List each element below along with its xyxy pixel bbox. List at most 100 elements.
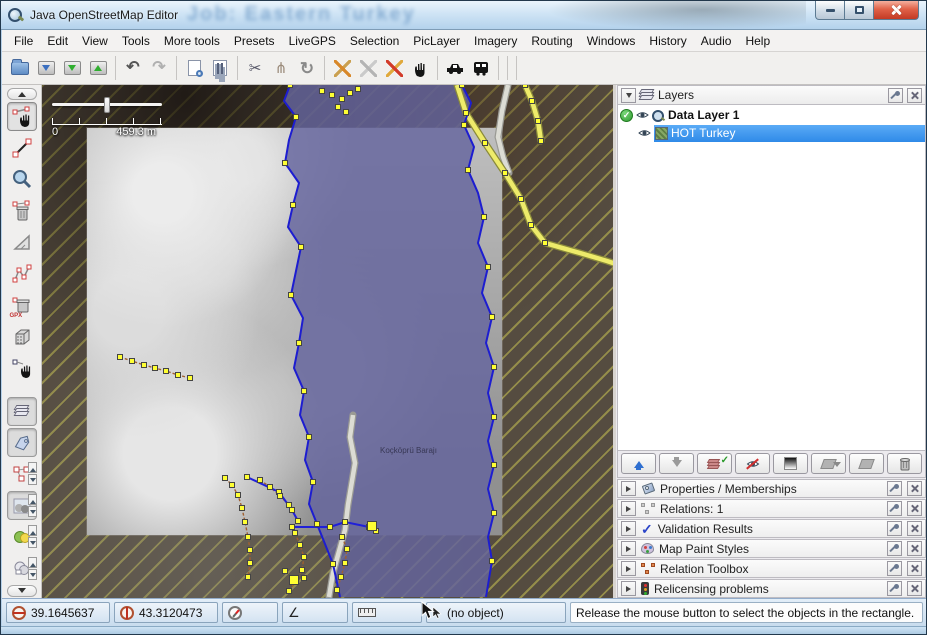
map-node[interactable] xyxy=(356,87,361,92)
map-node[interactable] xyxy=(335,588,340,593)
map-node[interactable] xyxy=(460,85,465,88)
relicensing-expand-button[interactable] xyxy=(621,581,636,596)
menu-help[interactable]: Help xyxy=(738,31,777,51)
delete-tool-button[interactable] xyxy=(7,196,37,225)
eye-icon[interactable] xyxy=(636,110,649,120)
map-node[interactable] xyxy=(302,389,307,394)
save-button[interactable] xyxy=(33,55,59,81)
relicensing-panel-header[interactable]: Relicensing problems xyxy=(617,579,926,598)
maximize-button[interactable] xyxy=(845,1,874,20)
download-object-button[interactable] xyxy=(181,55,207,81)
menu-routing[interactable]: Routing xyxy=(524,31,579,51)
map-node[interactable] xyxy=(464,111,469,116)
properties-expand-button[interactable] xyxy=(621,481,636,496)
relations-pin-button[interactable] xyxy=(887,501,902,516)
panel-spinner[interactable] xyxy=(28,557,37,580)
map-node[interactable] xyxy=(320,89,325,94)
map-node[interactable] xyxy=(536,119,541,124)
move-layer-down-button[interactable] xyxy=(659,453,694,474)
map-node[interactable] xyxy=(298,543,303,548)
map-node[interactable] xyxy=(236,493,241,498)
mappaint-close-button[interactable] xyxy=(907,541,922,556)
map-node[interactable] xyxy=(523,85,528,88)
properties-pin-button[interactable] xyxy=(887,481,902,496)
select-tool-button[interactable] xyxy=(7,102,37,131)
map-node[interactable] xyxy=(490,559,495,564)
duplicate-layer-button[interactable] xyxy=(811,453,846,474)
close-button[interactable] xyxy=(874,1,919,20)
map-node[interactable] xyxy=(268,485,273,490)
map-node[interactable] xyxy=(176,373,181,378)
map-node[interactable] xyxy=(492,415,497,420)
relation-toolbox-pin-button[interactable] xyxy=(887,561,902,576)
menu-presets[interactable]: Presets xyxy=(227,31,282,51)
activate-layer-button[interactable]: ✓ xyxy=(697,453,732,474)
menu-tools[interactable]: Tools xyxy=(115,31,157,51)
map-node[interactable] xyxy=(503,171,508,176)
map-node[interactable] xyxy=(539,139,544,144)
map-node[interactable] xyxy=(331,562,336,567)
map-node[interactable] xyxy=(290,576,299,585)
map-node[interactable] xyxy=(348,91,353,96)
mappaint-expand-button[interactable] xyxy=(621,541,636,556)
panel-spinner[interactable] xyxy=(28,494,37,517)
map-node[interactable] xyxy=(246,535,251,540)
map-node[interactable] xyxy=(290,525,295,530)
map-node[interactable] xyxy=(483,141,488,146)
external-tool-1-button[interactable] xyxy=(329,55,355,81)
combine-way-button[interactable]: ⋔ xyxy=(268,55,294,81)
map-node[interactable] xyxy=(543,241,548,246)
minimize-button[interactable] xyxy=(815,1,845,20)
tools-scroll-up-button[interactable] xyxy=(7,88,37,100)
map-node[interactable] xyxy=(245,475,250,480)
bus-navigation-button[interactable] xyxy=(468,55,494,81)
menu-audio[interactable]: Audio xyxy=(694,31,739,51)
map-node[interactable] xyxy=(240,506,245,511)
map-node[interactable] xyxy=(311,480,316,485)
map-node[interactable] xyxy=(283,161,288,166)
map-node[interactable] xyxy=(336,105,341,110)
split-way-button[interactable]: ✂ xyxy=(242,55,268,81)
map-node[interactable] xyxy=(164,369,169,374)
map-node[interactable] xyxy=(293,531,298,536)
validation-pin-button[interactable] xyxy=(887,521,902,536)
map-node[interactable] xyxy=(340,97,345,102)
preferences-button[interactable] xyxy=(207,55,233,81)
undo-button[interactable]: ↶ xyxy=(120,55,146,81)
redo-button[interactable]: ↷ xyxy=(146,55,172,81)
map-node[interactable] xyxy=(290,508,295,513)
map-node[interactable] xyxy=(287,589,292,594)
relicensing-close-button[interactable] xyxy=(907,581,922,596)
move-layer-up-button[interactable] xyxy=(621,453,656,474)
map-node[interactable] xyxy=(490,315,495,320)
menu-view[interactable]: View xyxy=(75,31,115,51)
extrude-tool-button[interactable] xyxy=(7,353,37,382)
menu-selection[interactable]: Selection xyxy=(343,31,406,51)
validation-toggle-button[interactable] xyxy=(7,491,37,520)
menu-edit[interactable]: Edit xyxy=(40,31,75,51)
relation-toolbox-panel-header[interactable]: Relation Toolbox xyxy=(617,559,926,578)
map-node[interactable] xyxy=(283,569,288,574)
map-node[interactable] xyxy=(291,203,296,208)
layer-row-hot-turkey[interactable]: HOT Turkey xyxy=(618,124,925,142)
merge-layer-button[interactable] xyxy=(849,453,884,474)
upload-button[interactable] xyxy=(85,55,111,81)
relation-toolbox-close-button[interactable] xyxy=(907,561,922,576)
map-node[interactable] xyxy=(243,520,248,525)
map-node[interactable] xyxy=(153,366,158,371)
map-node[interactable] xyxy=(288,85,293,88)
zoom-slider-handle[interactable] xyxy=(104,97,110,113)
map-node[interactable] xyxy=(248,548,253,553)
layer-row-data-layer[interactable]: Data Layer 1 xyxy=(618,106,925,124)
grid-tool-button[interactable] xyxy=(7,322,37,351)
tools-scroll-down-button[interactable] xyxy=(7,585,37,597)
selected-layer-highlight[interactable]: HOT Turkey xyxy=(654,125,925,142)
properties-panel-header[interactable]: Properties / Memberships xyxy=(617,479,926,498)
car-navigation-button[interactable] xyxy=(442,55,468,81)
map-node[interactable] xyxy=(294,115,299,120)
map-node[interactable] xyxy=(302,576,307,581)
map-node[interactable] xyxy=(118,355,123,360)
map-node[interactable] xyxy=(188,376,193,381)
map-node[interactable] xyxy=(246,575,251,580)
gpx-tool-button[interactable]: GPX xyxy=(7,290,37,319)
